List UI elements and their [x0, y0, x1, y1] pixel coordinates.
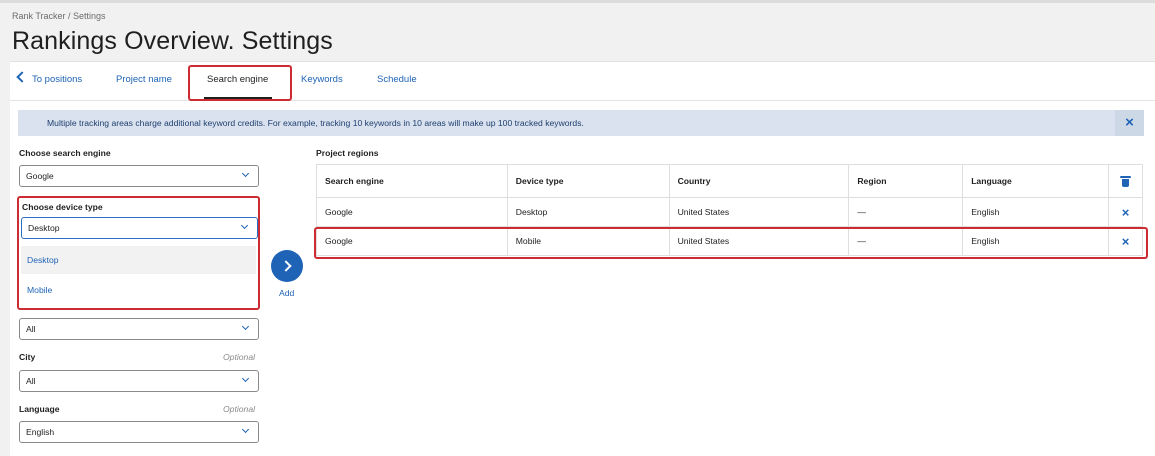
banner-text: Multiple tracking areas charge additiona… [47, 118, 584, 128]
col-search-engine: Search engine [316, 164, 508, 198]
device-option-mobile[interactable]: Mobile [21, 276, 256, 304]
chevron-down-icon [240, 221, 249, 230]
chevron-left-icon [16, 71, 28, 83]
settings-tabs: To positions Project name Search engine … [10, 62, 1155, 101]
language-label: Language [19, 404, 60, 414]
city-select[interactable]: All [19, 370, 259, 392]
remove-cell: × [1108, 226, 1143, 256]
chevron-down-icon [241, 169, 250, 178]
tab-project-name[interactable]: Project name [116, 62, 172, 100]
chevron-down-icon [241, 425, 250, 434]
remove-row-icon[interactable]: × [1122, 234, 1130, 249]
cell-device: Desktop [506, 197, 670, 227]
regions-table: Search engine Device type Country Region… [316, 164, 1143, 256]
device-option-desktop[interactable]: Desktop [21, 246, 256, 274]
table-row: Google Mobile United States — English × [316, 226, 1143, 256]
table-row: Google Desktop United States — English × [316, 197, 1143, 227]
device-type-label: Choose device type [22, 202, 103, 212]
col-language: Language [962, 164, 1109, 198]
tab-schedule[interactable]: Schedule [377, 62, 417, 100]
cell-engine: Google [316, 226, 508, 256]
cell-language: English [962, 197, 1109, 227]
remove-row-icon[interactable]: × [1122, 205, 1130, 220]
regions-title: Project regions [316, 148, 379, 158]
chevron-down-icon [241, 322, 250, 331]
language-value: English [26, 427, 55, 437]
add-region-button[interactable] [271, 250, 303, 282]
city-optional: Optional [223, 352, 256, 362]
cell-country: United States [668, 197, 850, 227]
breadcrumb: Rank Tracker / Settings [12, 11, 106, 21]
city-value: All [26, 376, 36, 386]
cell-country: United States [668, 226, 850, 256]
table-header: Search engine Device type Country Region… [316, 164, 1143, 198]
cell-region: — [848, 226, 964, 256]
city-label: City [19, 352, 36, 362]
trash-icon[interactable] [1120, 175, 1131, 187]
top-divider [0, 0, 1155, 3]
to-positions-label: To positions [32, 74, 83, 85]
col-device-type: Device type [506, 164, 670, 198]
cell-language: English [962, 226, 1109, 256]
device-type-value: Desktop [28, 223, 60, 233]
region-select[interactable]: All [19, 318, 259, 340]
language-optional: Optional [223, 404, 256, 414]
to-positions-link[interactable]: To positions [16, 62, 83, 100]
chevron-right-icon [280, 260, 292, 272]
delete-all-cell [1108, 164, 1143, 198]
col-country: Country [668, 164, 850, 198]
close-icon[interactable]: × [1115, 110, 1144, 136]
cell-engine: Google [316, 197, 508, 227]
remove-cell: × [1108, 197, 1143, 227]
cell-region: — [848, 197, 964, 227]
device-type-select[interactable]: Desktop [21, 217, 258, 239]
info-banner: Multiple tracking areas charge additiona… [18, 110, 1144, 136]
region-value: All [26, 324, 36, 334]
settings-panel: To positions Project name Search engine … [10, 61, 1155, 456]
device-type-group: Choose device type Desktop Desktop Mobil… [17, 196, 260, 310]
tab-search-engine[interactable]: Search engine [203, 62, 273, 100]
cell-device: Mobile [506, 226, 670, 256]
language-select[interactable]: English [19, 421, 259, 443]
engine-label: Choose search engine [19, 148, 111, 158]
add-label[interactable]: Add [279, 288, 294, 298]
page-title: Rankings Overview. Settings [12, 27, 333, 55]
search-engine-select[interactable]: Google [19, 165, 259, 187]
col-region: Region [848, 164, 964, 198]
chevron-down-icon [241, 374, 250, 383]
search-engine-value: Google [26, 171, 54, 181]
tab-keywords[interactable]: Keywords [301, 62, 343, 100]
